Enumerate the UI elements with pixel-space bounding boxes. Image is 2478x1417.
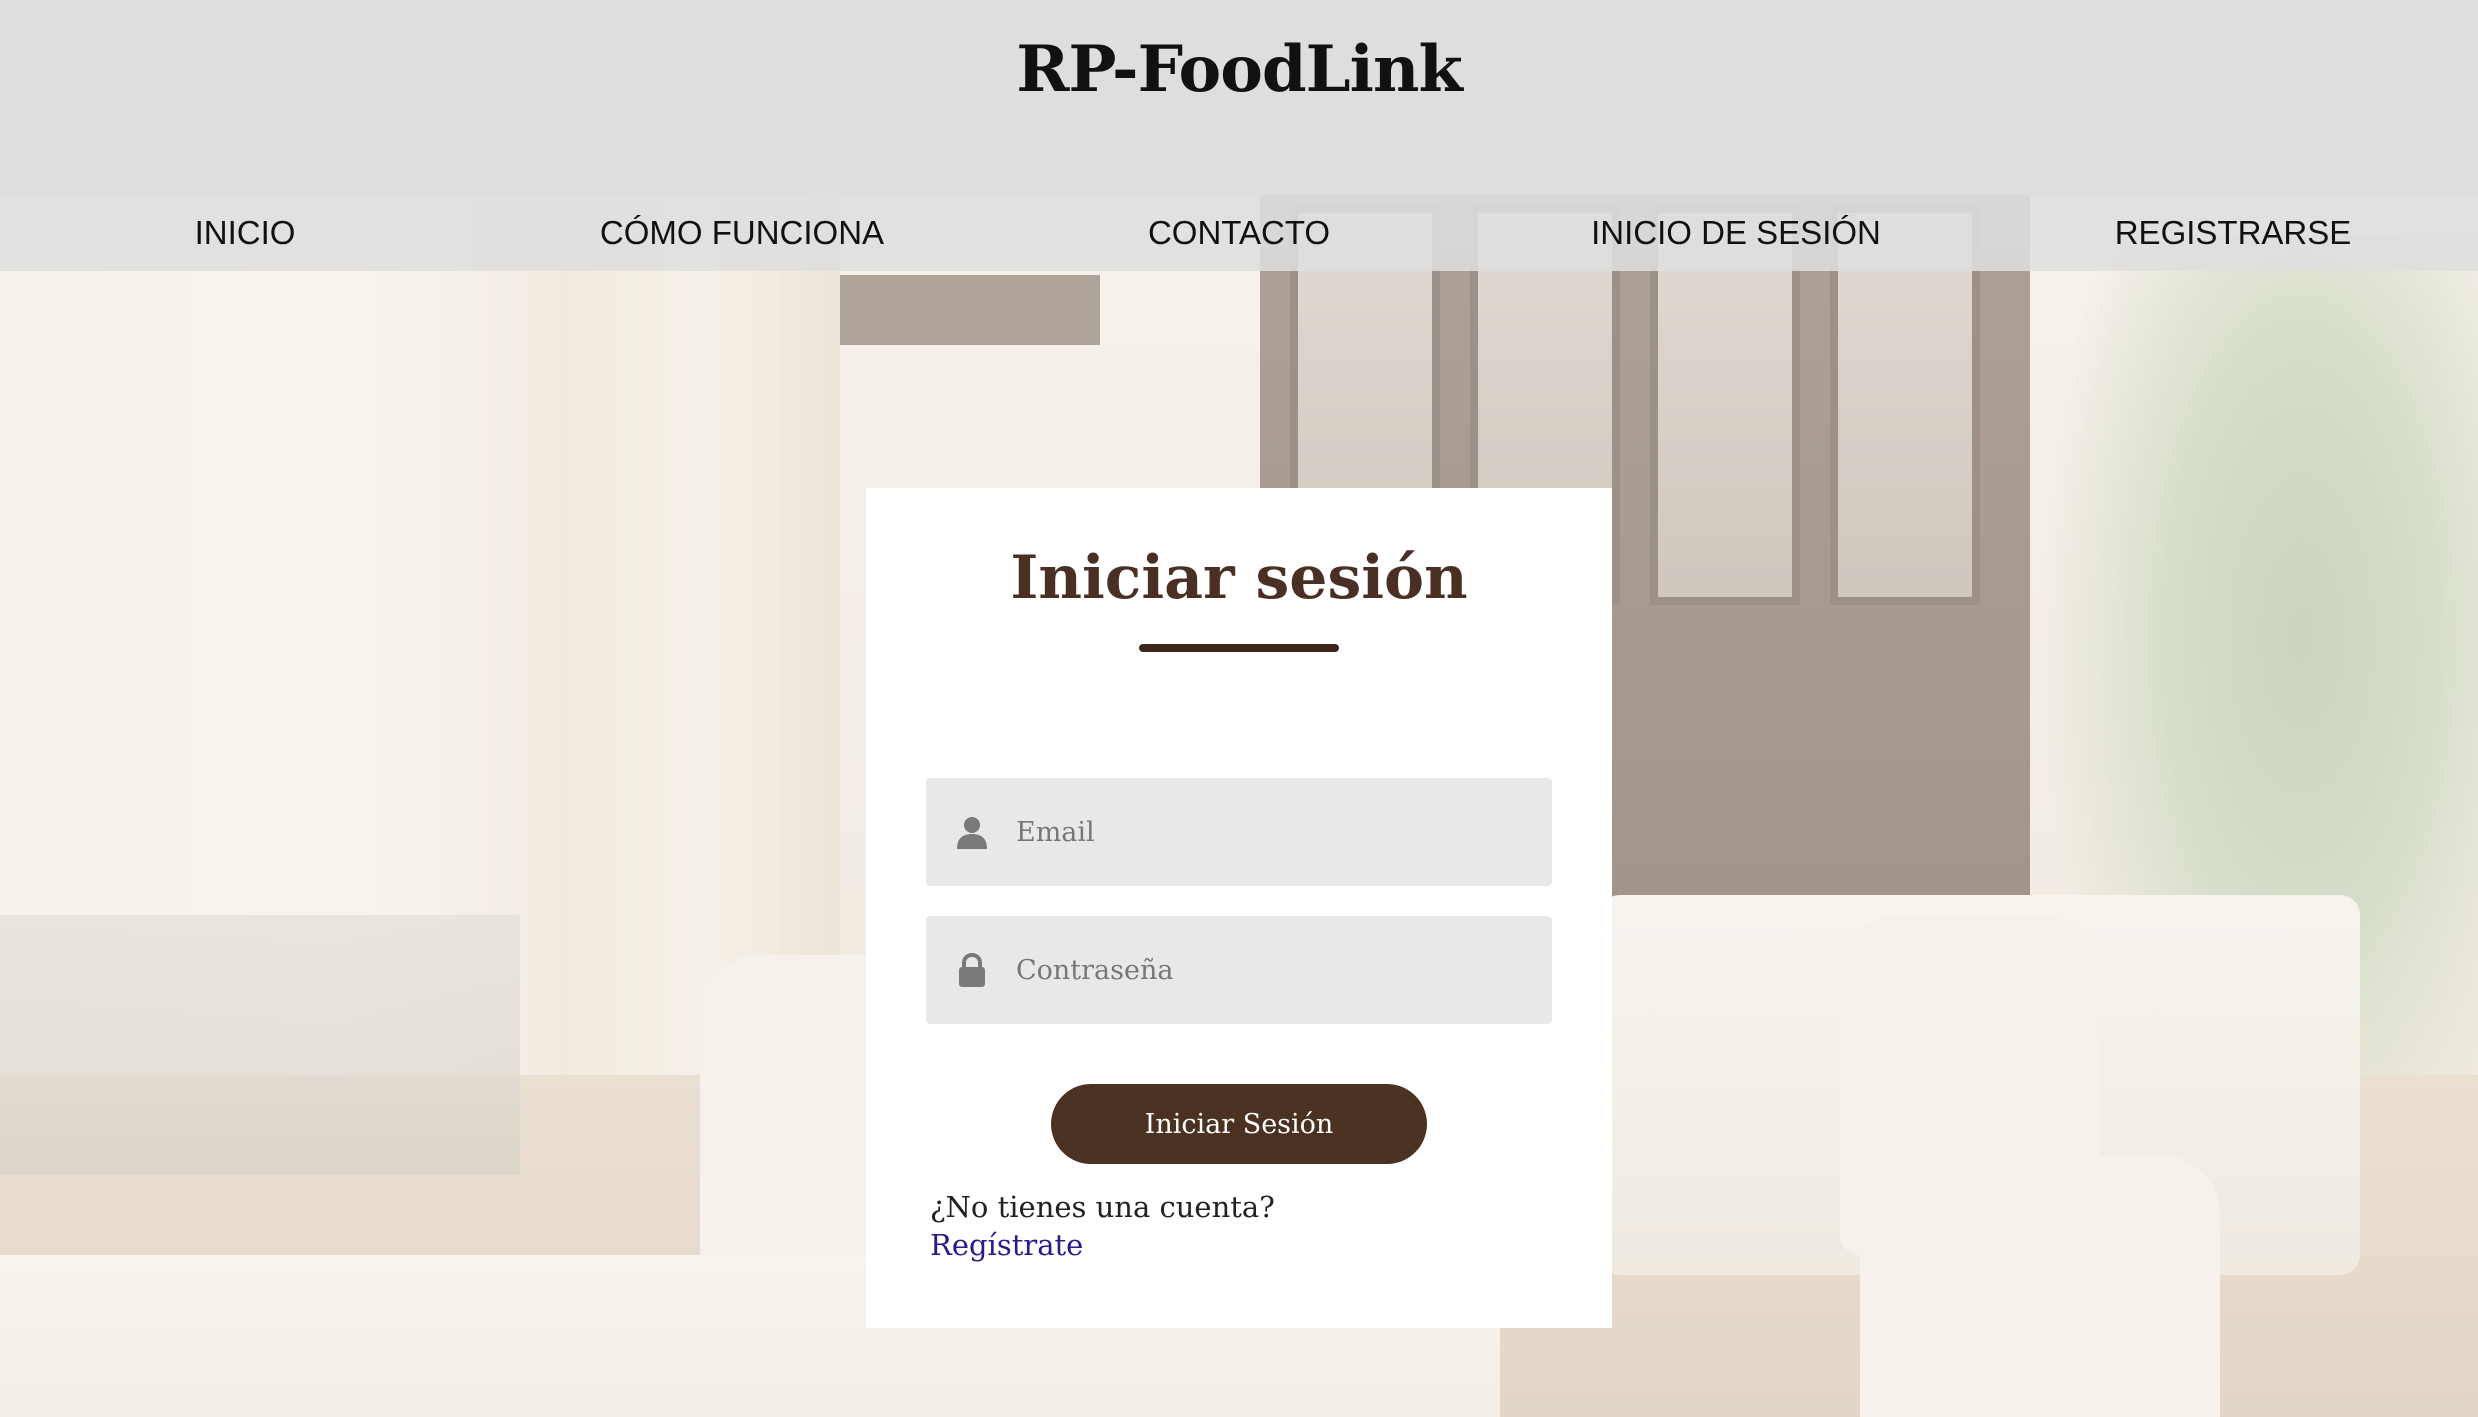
login-card: Iniciar sesión Iniciar Sesión ¿No tienes… — [866, 488, 1612, 1328]
site-header: RP-FoodLink — [0, 0, 2478, 195]
nav-item-contacto[interactable]: CONTACTO — [1148, 195, 1330, 271]
nav-item-inicio-de-sesion[interactable]: INICIO DE SESIÓN — [1591, 195, 1881, 271]
main-nav: INICIO CÓMO FUNCIONA CONTACTO INICIO DE … — [0, 195, 2478, 271]
signup-link[interactable]: Regístrate — [930, 1228, 1083, 1262]
site-title: RP-FoodLink — [1016, 32, 1463, 107]
password-input[interactable] — [1014, 916, 1534, 1024]
nav-item-como-funciona[interactable]: CÓMO FUNCIONA — [600, 195, 884, 271]
lock-icon — [954, 952, 990, 988]
email-input[interactable] — [1014, 778, 1534, 886]
login-title: Iniciar sesión — [1010, 543, 1468, 613]
nav-item-registrarse[interactable]: REGISTRARSE — [2115, 195, 2352, 271]
user-icon — [954, 814, 990, 850]
signup-prompt: ¿No tienes una cuenta? — [930, 1190, 1275, 1224]
password-field-container — [926, 916, 1552, 1024]
email-field-container — [926, 778, 1552, 886]
nav-item-inicio[interactable]: INICIO — [195, 195, 296, 271]
login-submit-button[interactable]: Iniciar Sesión — [1051, 1084, 1427, 1164]
title-underline — [1139, 644, 1339, 652]
